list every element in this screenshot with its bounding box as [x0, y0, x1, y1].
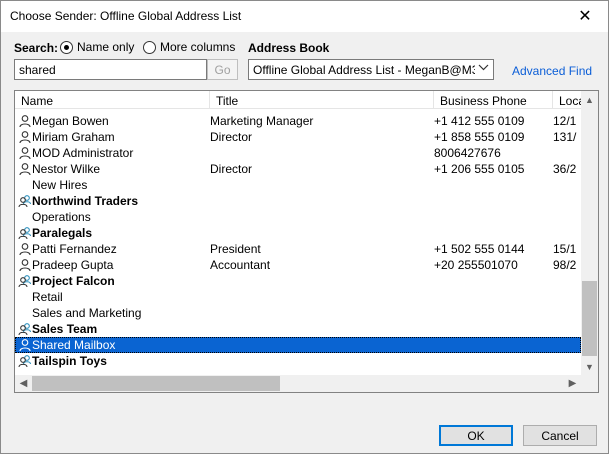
row-title: President	[210, 242, 261, 256]
row-business-phone: +1 502 555 0144	[434, 242, 525, 256]
scroll-right-icon[interactable]: ▶	[564, 375, 581, 392]
column-header-title[interactable]: Title	[210, 91, 434, 109]
row-name: Northwind Traders	[32, 194, 139, 208]
row-name: Shared Mailbox	[32, 338, 116, 352]
chevron-down-icon	[478, 62, 489, 76]
person-icon	[18, 162, 32, 176]
row-name: New Hires	[32, 178, 88, 192]
group-icon	[18, 194, 32, 208]
vertical-scroll-thumb[interactable]	[582, 281, 597, 356]
table-row[interactable]: Pradeep Gupta Accountant +20 255501070 98/2	[15, 257, 581, 273]
row-name: Project Falcon	[32, 274, 115, 288]
person-icon	[18, 114, 32, 128]
column-header-row: Name Title Business Phone Location	[15, 91, 598, 109]
close-icon: ✕	[578, 8, 592, 25]
horizontal-scrollbar[interactable]: ◀ ▶	[15, 375, 581, 392]
scroll-left-icon[interactable]: ◀	[15, 375, 32, 392]
table-row[interactable]: Paralegals	[15, 225, 581, 241]
radio-unchecked-icon	[143, 40, 156, 54]
row-business-phone: 8006427676	[434, 146, 501, 160]
scroll-down-icon[interactable]: ▼	[581, 358, 598, 375]
radio-checked-icon	[60, 40, 73, 54]
row-business-phone: +20 255501070	[434, 258, 518, 272]
table-row[interactable]: Sales Team	[15, 321, 581, 337]
row-business-phone: +1 412 555 0109	[434, 114, 525, 128]
table-row[interactable]: Project Falcon	[15, 273, 581, 289]
row-name: Nestor Wilke	[32, 162, 101, 176]
person-icon	[18, 130, 32, 144]
row-name: Patti Fernandez	[32, 242, 117, 256]
address-book-selected: Offline Global Address List - MeganB@M36…	[253, 63, 475, 77]
choose-sender-dialog: Choose Sender: Offline Global Address Li…	[0, 0, 609, 454]
group-icon	[18, 226, 32, 240]
row-name: Sales and Marketing	[32, 306, 142, 320]
scrollbar-corner	[581, 375, 598, 392]
radio-more-columns[interactable]: More columns	[143, 40, 235, 54]
row-title: Accountant	[210, 258, 271, 272]
table-row[interactable]: Shared Mailbox	[15, 337, 581, 353]
table-row[interactable]: Retail	[15, 289, 581, 305]
row-name: Paralegals	[32, 226, 93, 240]
row-location: 98/2	[553, 258, 577, 272]
table-row[interactable]: MOD Administrator 8006427676	[15, 145, 581, 161]
scroll-up-icon[interactable]: ▲	[581, 91, 598, 108]
go-button[interactable]: Go	[207, 59, 238, 80]
vertical-scrollbar[interactable]: ▲ ▼	[581, 91, 598, 375]
horizontal-scroll-thumb[interactable]	[32, 376, 280, 391]
group-icon	[18, 354, 32, 368]
row-name: Retail	[32, 290, 63, 304]
row-business-phone: +1 206 555 0105	[434, 162, 525, 176]
person-icon	[18, 242, 32, 256]
row-title: Director	[210, 162, 253, 176]
row-location: 12/1	[553, 114, 577, 128]
row-name: Miriam Graham	[32, 130, 115, 144]
column-header-name[interactable]: Name	[15, 91, 210, 109]
person-icon	[18, 258, 32, 272]
advanced-find-link[interactable]: Advanced Find	[512, 64, 592, 78]
row-name: Tailspin Toys	[32, 354, 107, 368]
row-name: Megan Bowen	[32, 114, 109, 128]
person-icon	[18, 146, 32, 160]
table-row[interactable]: Tailspin Toys	[15, 353, 581, 369]
row-title: Marketing Manager	[210, 114, 314, 128]
table-row[interactable]: Nestor Wilke Director +1 206 555 0105 36/2	[15, 161, 581, 177]
table-row[interactable]: New Hires	[15, 177, 581, 193]
row-name: Sales Team	[32, 322, 98, 336]
close-button[interactable]: ✕	[562, 1, 608, 31]
search-input[interactable]	[14, 59, 207, 80]
row-title: Director	[210, 130, 253, 144]
address-book-select[interactable]: Offline Global Address List - MeganB@M36…	[248, 59, 494, 80]
ok-button[interactable]: OK	[439, 425, 513, 446]
column-header-business-phone[interactable]: Business Phone	[434, 91, 553, 109]
table-row[interactable]: Operations	[15, 209, 581, 225]
table-row[interactable]: Northwind Traders	[15, 193, 581, 209]
row-location: 15/1	[553, 242, 577, 256]
table-row[interactable]: Sales and Marketing	[15, 305, 581, 321]
radio-name-only[interactable]: Name only	[60, 40, 134, 54]
search-label: Search:	[14, 41, 59, 55]
row-location: 131/	[553, 130, 577, 144]
person-icon	[18, 338, 32, 352]
address-book-label: Address Book	[248, 41, 330, 55]
row-business-phone: +1 858 555 0109	[434, 130, 525, 144]
table-row[interactable]: Megan Bowen Marketing Manager +1 412 555 0…	[15, 113, 581, 129]
title-bar: Choose Sender: Offline Global Address Li…	[1, 1, 608, 32]
address-rows: Megan Bowen Marketing Manager +1 412 555 0…	[15, 113, 581, 369]
group-icon	[18, 274, 32, 288]
row-name: Pradeep Gupta	[32, 258, 114, 272]
table-row[interactable]: Patti Fernandez President +1 502 555 0144 1…	[15, 241, 581, 257]
dialog-title: Choose Sender: Offline Global Address Li…	[10, 9, 242, 23]
radio-more-columns-label: More columns	[160, 40, 236, 54]
cancel-button[interactable]: Cancel	[523, 425, 597, 446]
group-icon	[18, 322, 32, 336]
row-name: Operations	[32, 210, 91, 224]
row-location: 36/2	[553, 162, 577, 176]
address-list[interactable]: Name Title Business Phone Location Megan…	[14, 90, 599, 393]
row-name: MOD Administrator	[32, 146, 134, 160]
table-row[interactable]: Miriam Graham Director +1 858 555 0109 131/	[15, 129, 581, 145]
radio-name-only-label: Name only	[77, 40, 135, 54]
